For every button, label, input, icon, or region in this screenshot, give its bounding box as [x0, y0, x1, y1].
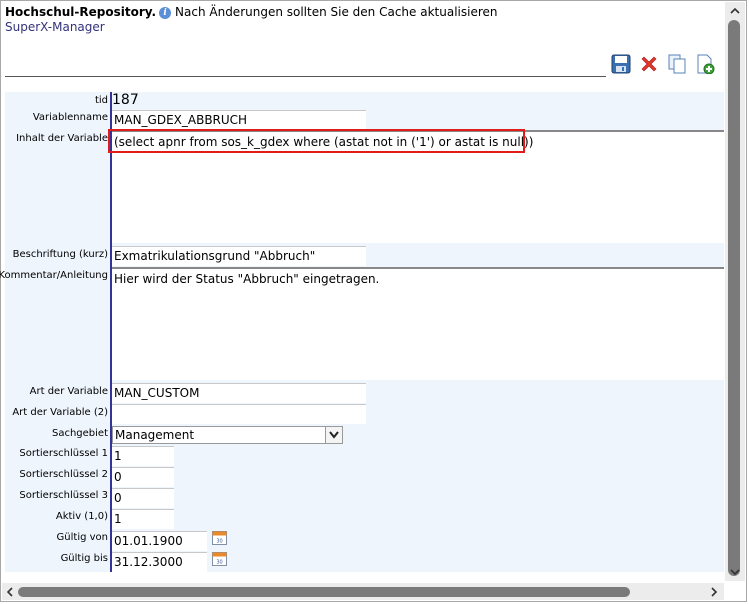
page-header: Hochschul-Repository. i Nach Änderungen so…	[5, 5, 498, 35]
aktiv-label: Aktiv (1,0)	[55, 511, 108, 522]
sachgebiet-selected: Management	[115, 428, 195, 442]
variablenname-input[interactable]: MAN_GDEX_ABBRUCH	[112, 110, 366, 130]
tid-label: tid	[94, 95, 108, 106]
sort2-label: Sortierschlüssel 2	[19, 469, 108, 480]
art-label: Art der Variable	[29, 386, 108, 397]
copy-icon[interactable]	[667, 54, 687, 74]
toolbar	[611, 54, 723, 74]
inhalt-label: Inhalt der Variable	[16, 133, 108, 144]
highlight-box	[108, 129, 525, 153]
gueltig-bis-label: Gültig bis	[60, 553, 108, 564]
kommentar-textarea[interactable]: Hier wird der Status "Abbruch" eingetrag…	[112, 267, 724, 380]
sort1-input[interactable]: 1	[112, 446, 174, 466]
sort3-input[interactable]: 0	[112, 488, 174, 508]
info-icon[interactable]: i	[159, 7, 172, 19]
aktiv-input[interactable]: 1	[112, 509, 174, 529]
gueltig-bis-input[interactable]: 31.12.3000	[112, 552, 207, 572]
variablenname-label: Variablenname	[32, 112, 108, 123]
tid-value: 187	[112, 92, 139, 108]
scroll-left-icon[interactable]	[5, 587, 15, 597]
beschriftung-label: Beschriftung (kurz)	[12, 249, 108, 260]
calendar-icon[interactable]: 30	[212, 551, 227, 566]
superx-manager-link[interactable]: SuperX-Manager	[5, 20, 498, 35]
svg-text:30: 30	[216, 539, 222, 545]
sachgebiet-label: Sachgebiet	[51, 428, 108, 439]
delete-icon[interactable]	[639, 54, 659, 74]
scroll-right-icon[interactable]	[709, 587, 719, 597]
header-divider	[5, 76, 606, 77]
art2-label: Art der Variable (2)	[12, 407, 108, 418]
art2-input[interactable]	[112, 404, 366, 424]
kommentar-label: Kommentar/Anleitung	[0, 270, 108, 281]
horizontal-scroll-thumb[interactable]	[18, 587, 630, 597]
sort2-input[interactable]: 0	[112, 467, 174, 487]
sort1-label: Sortierschlüssel 1	[19, 448, 108, 459]
scroll-down-icon[interactable]	[730, 567, 740, 577]
svg-text:30: 30	[216, 560, 222, 566]
sort3-label: Sortierschlüssel 3	[19, 490, 108, 501]
art-input[interactable]: MAN_CUSTOM	[112, 383, 366, 403]
vertical-scroll-thumb[interactable]	[728, 20, 740, 576]
cache-message: Nach Änderungen sollten Sie den Cache ak…	[175, 5, 498, 19]
page-title: Hochschul-Repository.	[5, 5, 157, 19]
save-icon[interactable]	[611, 54, 631, 74]
chevron-down-icon[interactable]	[325, 427, 342, 443]
new-icon[interactable]	[695, 54, 715, 74]
gueltig-von-label: Gültig von	[56, 532, 108, 543]
scroll-up-icon[interactable]	[730, 6, 740, 16]
calendar-icon[interactable]: 30	[212, 530, 227, 545]
sachgebiet-select[interactable]: Management	[112, 426, 343, 444]
gueltig-von-input[interactable]: 01.01.1900	[112, 531, 207, 551]
beschriftung-input[interactable]: Exmatrikulationsgrund "Abbruch"	[112, 246, 366, 266]
